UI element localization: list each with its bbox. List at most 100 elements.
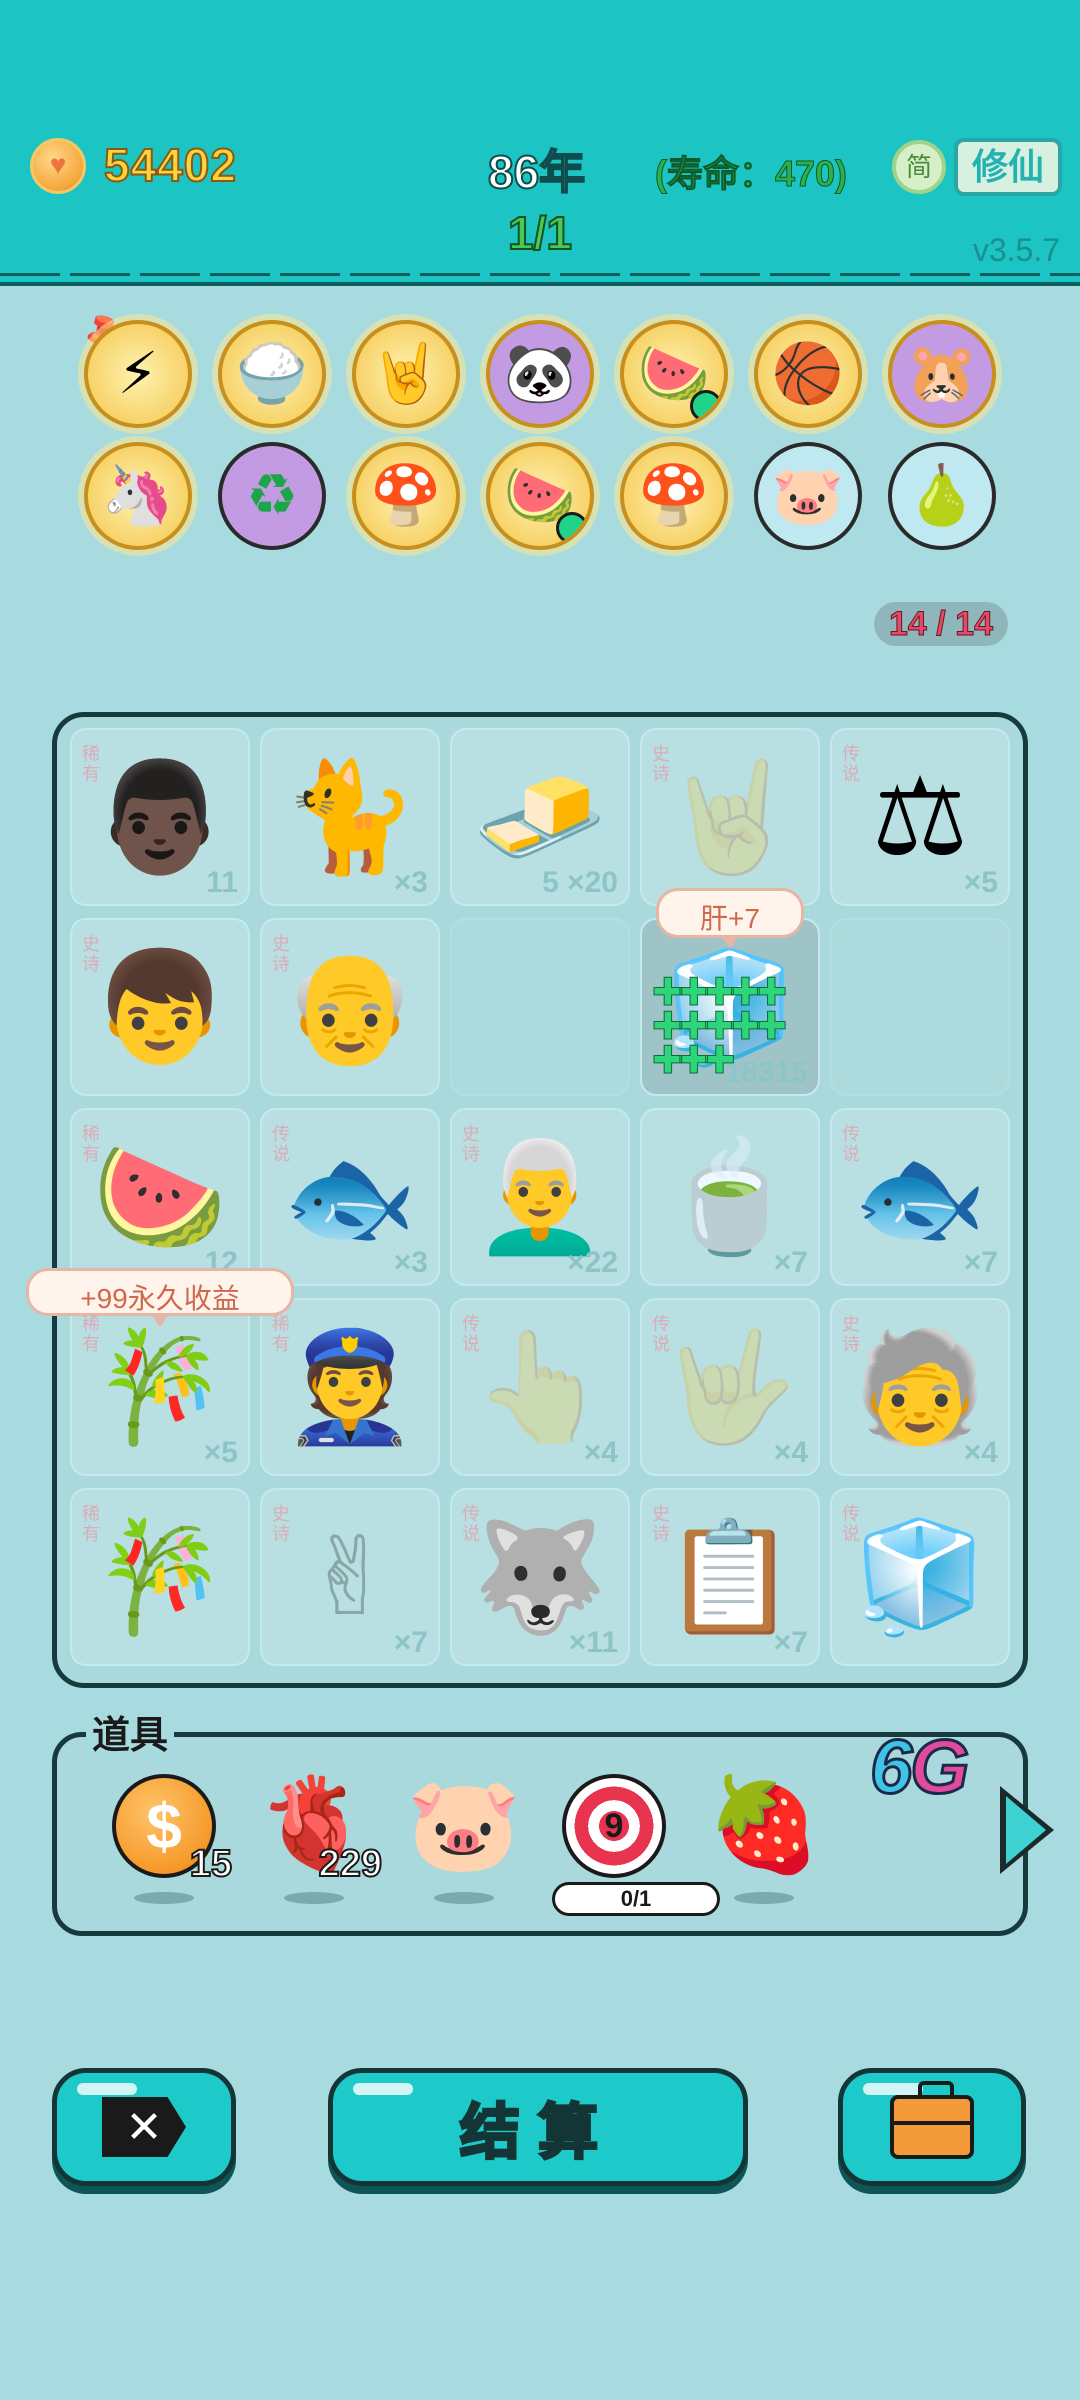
rarity-tag: 传说 bbox=[842, 744, 860, 784]
buff-piggy-bank[interactable]: 🐷 bbox=[754, 442, 862, 550]
backpack-button[interactable] bbox=[838, 2068, 1026, 2186]
grid-cell[interactable]: 稀有 🎋 bbox=[70, 1488, 250, 1666]
rarity-tag: 史诗 bbox=[82, 934, 100, 974]
grid-cell[interactable]: 传说 🐺 ×11 bbox=[450, 1488, 630, 1666]
grid-cell[interactable] bbox=[450, 918, 630, 1096]
item-count: ×3 bbox=[393, 1246, 428, 1279]
item-icon: 📋 bbox=[662, 1516, 798, 1637]
tool-coin[interactable]: $ 15 bbox=[104, 1770, 233, 1904]
item-icon: 👴 bbox=[282, 946, 418, 1067]
rarity-tag: 稀有 bbox=[82, 1314, 100, 1354]
grid-cell[interactable]: 史诗 👦 bbox=[70, 918, 250, 1096]
buff-basketballs[interactable]: 🏀 bbox=[754, 320, 862, 428]
item-icon: 👨‍🦳 bbox=[472, 1136, 608, 1257]
item-icon: 👮 bbox=[282, 1326, 418, 1447]
grid-cell[interactable]: 史诗 👨‍🦳 ×22 bbox=[450, 1108, 630, 1286]
buff-fruit-platter-2[interactable]: 🍉 bbox=[486, 442, 594, 550]
tool-strawberry[interactable]: 🍓 bbox=[704, 1770, 824, 1904]
buff-mushroom-cloud[interactable]: 🍄 bbox=[352, 442, 460, 550]
item-count: ×4 bbox=[963, 1436, 998, 1469]
cultivation-mode-button[interactable]: 修仙 bbox=[954, 138, 1062, 196]
mushroom-cloud-icon: 🍄 bbox=[637, 463, 711, 528]
rarity-tag: 史诗 bbox=[462, 1124, 480, 1164]
tool-shadow bbox=[734, 1892, 794, 1904]
item-icon: 🐟 bbox=[852, 1136, 988, 1257]
buff-hamsters[interactable]: 🐹 bbox=[888, 320, 996, 428]
item-icon: 🐺 bbox=[472, 1516, 608, 1637]
grid-cell[interactable] bbox=[830, 918, 1010, 1096]
grid-cell[interactable]: 🐈 ×3 bbox=[260, 728, 440, 906]
target-icon: 9 bbox=[562, 1774, 666, 1878]
grid-cell[interactable]: 传说 🧊 bbox=[830, 1488, 1010, 1666]
grid-cell[interactable]: 稀有 👨🏿 11 bbox=[70, 728, 250, 906]
grid-cell[interactable]: 传说 🐟 ×7 bbox=[830, 1108, 1010, 1286]
item-count: 5 ×20 bbox=[542, 866, 618, 899]
pomelo-icon: 🍐 bbox=[905, 463, 979, 528]
item-icon: 🍵 bbox=[662, 1136, 798, 1257]
recycle-icon: ♻ bbox=[246, 463, 298, 528]
buff-rice-bowls[interactable]: 🍚 bbox=[218, 320, 326, 428]
grid-cell[interactable]: 史诗 👴 bbox=[260, 918, 440, 1096]
rice-bowl-icon: 🍚 bbox=[235, 341, 309, 406]
tool-piggy-bank[interactable]: 🐷 bbox=[404, 1770, 524, 1904]
quit-button[interactable]: ✕ bbox=[52, 2068, 236, 2186]
tool-liver[interactable]: 🫀 229 bbox=[254, 1770, 383, 1904]
item-icon: 🐈 bbox=[282, 756, 418, 877]
item-count: ×7 bbox=[963, 1246, 998, 1279]
buff-rock-hand[interactable]: 🤘 bbox=[352, 320, 460, 428]
rarity-tag: 传说 bbox=[272, 1124, 290, 1164]
grid-cell[interactable]: 史诗 ✌ ×7 bbox=[260, 1488, 440, 1666]
buff-mushroom-cloud-2[interactable]: 🍄 bbox=[620, 442, 728, 550]
item-count: ×4 bbox=[773, 1436, 808, 1469]
buff-fruit-platter[interactable]: 🍉 bbox=[620, 320, 728, 428]
rarity-tag: 传说 bbox=[842, 1504, 860, 1544]
buff-unicorn[interactable]: 🦄 bbox=[84, 442, 192, 550]
item-icon: 👨🏿 bbox=[92, 756, 228, 877]
tool-count: 15 bbox=[189, 1842, 233, 1886]
unicorn-icon: 🦄 bbox=[101, 463, 175, 528]
grid-cell[interactable]: 传说 🤟 ×4 bbox=[640, 1298, 820, 1476]
buff-recycle[interactable]: ♻ bbox=[218, 442, 326, 550]
grid-cell[interactable]: 史诗 🤘 bbox=[640, 728, 820, 906]
item-count: ×7 bbox=[773, 1246, 808, 1279]
buff-panda[interactable]: 🐼 bbox=[486, 320, 594, 428]
item-icon: 🤟 bbox=[662, 1326, 798, 1447]
coin-icon bbox=[30, 138, 86, 194]
item-icon: ⚖ bbox=[871, 756, 969, 877]
stage-progress: 1/1 bbox=[507, 206, 573, 260]
rarity-tag: 稀有 bbox=[272, 1314, 290, 1354]
grid-cell[interactable]: 传说 🐟 ×3 bbox=[260, 1108, 440, 1286]
liver-bonus-popup: 肝+7 bbox=[656, 888, 804, 949]
grid-cell[interactable]: 史诗 📋 ×7 bbox=[640, 1488, 820, 1666]
grid-cell[interactable]: 稀有 🍉 12 bbox=[70, 1108, 250, 1286]
rarity-tag: 史诗 bbox=[272, 934, 290, 974]
rarity-tag: 史诗 bbox=[842, 1314, 860, 1354]
grid-cell[interactable]: 🍵 ×7 bbox=[640, 1108, 820, 1286]
grid-cell[interactable]: 史诗 🧓 ×4 bbox=[830, 1298, 1010, 1476]
item-icon: 🍉 bbox=[92, 1136, 228, 1257]
item-icon: 🧈 bbox=[472, 756, 608, 877]
strawberry-icon: 🍓 bbox=[706, 1774, 822, 1876]
item-icon: 🤘 bbox=[662, 756, 798, 877]
tool-shadow bbox=[134, 1892, 194, 1904]
grid-cell[interactable]: 传说 ⚖ ×5 bbox=[830, 728, 1010, 906]
buff-lightning[interactable]: ⚡ bbox=[84, 320, 192, 428]
tool-target[interactable]: 9 bbox=[554, 1770, 674, 1900]
target-progress: 0/1 bbox=[552, 1882, 720, 1916]
settle-button[interactable]: 结算 bbox=[328, 2068, 748, 2186]
top-bar: 54402 86年 (寿命：470) 简 修仙 1/1 v3.5.7 bbox=[0, 0, 1080, 286]
buff-pomelo[interactable]: 🍐 bbox=[888, 442, 996, 550]
rock-hand-icon: 🤘 bbox=[369, 341, 443, 406]
grid-cell[interactable]: 稀有 👮 bbox=[260, 1298, 440, 1476]
simplified-chinese-toggle[interactable]: 简 bbox=[892, 140, 946, 194]
item-count: ×4 bbox=[583, 1436, 618, 1469]
coin-balance: 54402 bbox=[103, 138, 237, 192]
item-icon: 👆 bbox=[472, 1326, 608, 1447]
item-icon: 🐟 bbox=[282, 1136, 418, 1257]
next-page-arrow-icon[interactable] bbox=[1000, 1786, 1054, 1874]
permanent-bonus-popup: +99永久收益 bbox=[26, 1268, 294, 1327]
grid-cell[interactable]: 🧈 5 ×20 bbox=[450, 728, 630, 906]
hamster-icon: 🐹 bbox=[905, 341, 979, 406]
grid-cell[interactable]: 传说 👆 ×4 bbox=[450, 1298, 630, 1476]
piggy-bank-icon: 🐷 bbox=[406, 1774, 522, 1876]
